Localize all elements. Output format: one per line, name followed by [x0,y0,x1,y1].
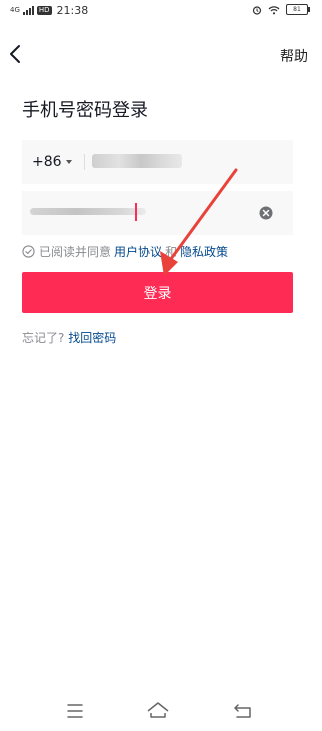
phone-number-input[interactable] [92,154,182,168]
forgot-password-row: 忘记了? 找回密码 [22,329,116,346]
menu-icon [67,704,83,718]
login-button[interactable]: 登录 [22,272,293,313]
home-icon [147,702,169,718]
recover-password-link[interactable]: 找回密码 [68,331,116,345]
privacy-policy-link[interactable]: 隐私政策 [180,243,228,260]
signal-icon [22,6,34,15]
divider [84,154,85,170]
page-title: 手机号密码登录 [22,100,148,121]
back-nav-button[interactable] [228,696,258,726]
help-link[interactable]: 帮助 [280,46,308,66]
forgot-prompt: 忘记了? [22,331,65,345]
clear-button[interactable] [258,205,274,221]
agreement-prefix: 已阅读并同意 [39,244,112,259]
wifi-icon [268,5,280,14]
hd-badge: HD [36,6,52,15]
home-nav-button[interactable] [143,696,173,726]
status-time: 21:38 [56,4,89,17]
caret-down-icon [65,160,72,164]
password-input-row[interactable] [22,191,293,235]
chevron-left-icon [10,45,20,63]
country-code-value: +86 [32,154,62,170]
battery-icon: 81 [286,4,310,15]
clear-icon [259,206,273,220]
menu-nav-button[interactable] [60,696,90,726]
network-type: 4G [10,6,20,14]
login-button-label: 登录 [143,285,172,302]
status-left: 4G HD 21:38 [10,4,88,17]
return-icon [234,704,251,718]
status-bar: 4G HD 21:38 81 [0,0,322,22]
text-cursor [135,203,137,221]
alarm-icon [252,5,262,15]
user-agreement-link[interactable]: 用户协议 [114,243,162,260]
agreement-checkbox[interactable] [22,244,35,258]
password-input[interactable] [30,208,146,215]
phone-input-row: +86 [22,140,293,184]
status-right: 81 [252,4,310,15]
back-button[interactable] [4,42,28,66]
country-code-selector[interactable]: +86 [32,154,72,170]
agreement-row: 已阅读并同意 用户协议 和 隐私政策 [22,243,228,259]
agreement-and: 和 [165,244,178,259]
system-navigation-bar [0,696,322,731]
